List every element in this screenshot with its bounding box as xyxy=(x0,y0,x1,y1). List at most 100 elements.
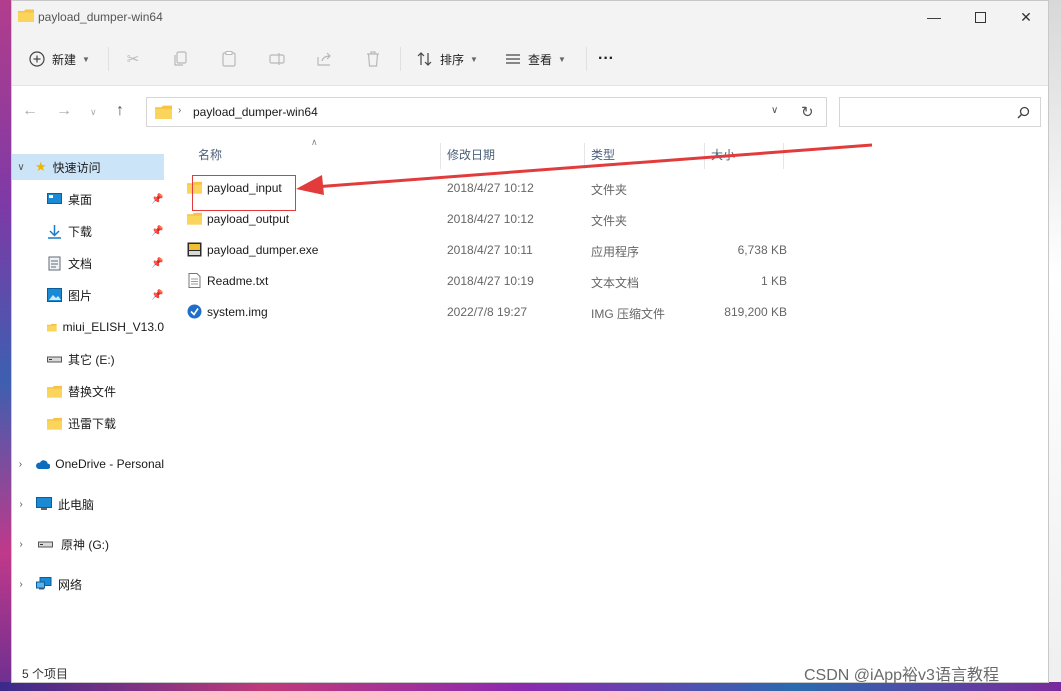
command-bar: 新建 ▼ ✂ 排序 ▼ 查看 ▼ ··· xyxy=(12,33,1048,86)
file-row[interactable]: payload_dumper.exe 2018/4/27 10:11 应用程序 … xyxy=(182,236,792,264)
minimize-icon: — xyxy=(927,9,941,25)
up-button[interactable]: ↑ xyxy=(116,102,124,120)
toolbar-divider xyxy=(400,47,401,71)
scissors-icon: ✂ xyxy=(126,51,140,68)
desktop-icon xyxy=(47,192,62,204)
delete-button[interactable] xyxy=(364,47,382,71)
star-icon: ★ xyxy=(35,159,47,174)
document-icon xyxy=(48,256,61,270)
img-file-icon xyxy=(187,304,202,319)
sidebar-item-documents[interactable]: 文档 📌 xyxy=(12,250,164,276)
more-icon: ··· xyxy=(598,50,614,67)
sidebar-item-label: 下载 xyxy=(68,224,93,239)
folder-icon xyxy=(47,323,57,331)
status-item-count: 5 个项目 xyxy=(22,667,69,681)
sidebar-item-label: miui_ELISH_V13.0 xyxy=(62,320,164,334)
paste-button[interactable] xyxy=(220,47,238,71)
maximize-button[interactable] xyxy=(957,1,1003,33)
sidebar-item-onedrive[interactable]: › OneDrive - Personal xyxy=(12,451,164,477)
file-type: IMG 压缩文件 xyxy=(591,307,665,321)
close-button[interactable]: ✕ xyxy=(1003,1,1049,33)
sidebar-item-drive-g[interactable]: › 原神 (G:) xyxy=(12,531,164,557)
computer-icon xyxy=(36,497,52,510)
sidebar-item-this-pc[interactable]: › 此电脑 xyxy=(12,491,164,517)
back-button[interactable]: ← xyxy=(22,102,38,120)
desktop-background-right xyxy=(1049,0,1061,691)
file-date: 2018/4/27 10:11 xyxy=(447,243,533,257)
copy-icon xyxy=(172,50,190,68)
toolbar-divider xyxy=(586,47,587,71)
sidebar-item-network[interactable]: › 网络 xyxy=(12,571,164,597)
rename-button[interactable] xyxy=(268,47,286,71)
pin-icon[interactable]: 📌 xyxy=(151,290,163,301)
file-size: 819,200 KB xyxy=(724,305,787,319)
new-label: 新建 xyxy=(52,52,77,67)
file-date: 2018/4/27 10:12 xyxy=(447,212,534,226)
pin-icon[interactable]: 📌 xyxy=(151,258,163,269)
chevron-right-icon: › xyxy=(178,105,182,116)
chevron-right-icon: › xyxy=(19,578,23,590)
sidebar-item-quick-access[interactable]: ∨ ★ 快速访问 xyxy=(12,154,164,180)
trash-icon xyxy=(364,50,382,68)
chevron-right-icon: › xyxy=(18,458,23,470)
sidebar-item-pictures[interactable]: 图片 📌 xyxy=(12,282,164,308)
share-icon xyxy=(316,50,334,68)
new-button[interactable]: 新建 ▼ xyxy=(28,47,90,71)
sidebar-item-drive-e[interactable]: 其它 (E:) xyxy=(12,346,164,372)
arrow-up-icon: ↑ xyxy=(116,102,124,119)
folder-icon xyxy=(187,212,202,225)
view-button[interactable]: 查看 ▼ xyxy=(504,47,566,71)
annotation-highlight-box xyxy=(192,175,296,211)
sort-button[interactable]: 排序 ▼ xyxy=(416,47,478,71)
toolbar-divider xyxy=(108,47,109,71)
file-type: 文件夹 xyxy=(591,214,628,228)
text-file-icon xyxy=(188,273,201,288)
search-input[interactable] xyxy=(846,102,1010,124)
annotation-arrow xyxy=(296,143,873,195)
sort-icon xyxy=(416,50,434,68)
sidebar-item-thunder-downloads[interactable]: 迅雷下载 xyxy=(12,410,164,436)
sidebar-item-downloads[interactable]: 下载 📌 xyxy=(12,218,164,244)
chevron-down-icon: ▼ xyxy=(558,54,566,64)
address-bar[interactable]: › payload_dumper-win64 ∨ ↻ xyxy=(146,97,827,127)
folder-icon xyxy=(18,9,34,22)
breadcrumb-current[interactable]: payload_dumper-win64 xyxy=(193,105,318,119)
sidebar-item-miui-folder[interactable]: miui_ELISH_V13.0 xyxy=(12,314,164,340)
folder-icon xyxy=(47,417,62,430)
chevron-down-icon: ▼ xyxy=(470,54,478,64)
recent-locations-button[interactable]: ∨ xyxy=(90,107,97,118)
plus-circle-icon xyxy=(28,50,46,68)
arrow-right-icon: → xyxy=(56,102,72,119)
sidebar-item-label: OneDrive - Personal xyxy=(55,457,164,471)
file-size: 1 KB xyxy=(760,274,787,288)
view-label: 查看 xyxy=(528,52,553,67)
title-bar: payload_dumper-win64 — ✕ xyxy=(12,1,1048,33)
sidebar-item-desktop[interactable]: 桌面 📌 xyxy=(12,186,164,212)
search-box[interactable] xyxy=(839,97,1041,127)
refresh-icon[interactable]: ↻ xyxy=(801,103,814,121)
file-name: payload_dumper.exe xyxy=(207,243,319,257)
sidebar-item-replace-files[interactable]: 替换文件 xyxy=(12,378,164,404)
copy-button[interactable] xyxy=(172,47,190,71)
file-row[interactable]: Readme.txt 2018/4/27 10:19 文本文档 1 KB xyxy=(182,267,792,295)
folder-icon xyxy=(47,385,62,398)
minimize-button[interactable]: — xyxy=(911,1,957,33)
file-name: payload_output xyxy=(207,212,290,226)
sidebar-item-label: 图片 xyxy=(68,288,93,303)
pin-icon[interactable]: 📌 xyxy=(151,226,163,237)
pin-icon[interactable]: 📌 xyxy=(151,194,163,205)
column-header-name[interactable]: 名称 xyxy=(198,146,222,163)
chevron-down-icon: ▼ xyxy=(82,54,90,64)
sidebar-item-label: 文档 xyxy=(68,256,93,271)
share-button[interactable] xyxy=(316,47,334,71)
sidebar-item-label: 桌面 xyxy=(68,192,93,207)
file-row[interactable]: system.img 2022/7/8 19:27 IMG 压缩文件 819,2… xyxy=(182,298,792,326)
chevron-down-icon: ∨ xyxy=(17,161,25,173)
navigation-pane: ∨ ★ 快速访问 桌面 📌 下载 📌 文档 📌 图片 📌 miui_ELISH_… xyxy=(12,141,166,661)
forward-button[interactable]: → xyxy=(56,102,72,120)
address-history-chevron-icon[interactable]: ∨ xyxy=(771,105,778,116)
sidebar-item-label: 网络 xyxy=(58,577,83,592)
arrow-left-icon: ← xyxy=(22,102,38,119)
cut-button[interactable]: ✂ xyxy=(124,47,142,71)
more-options-button[interactable]: ··· xyxy=(598,47,614,71)
